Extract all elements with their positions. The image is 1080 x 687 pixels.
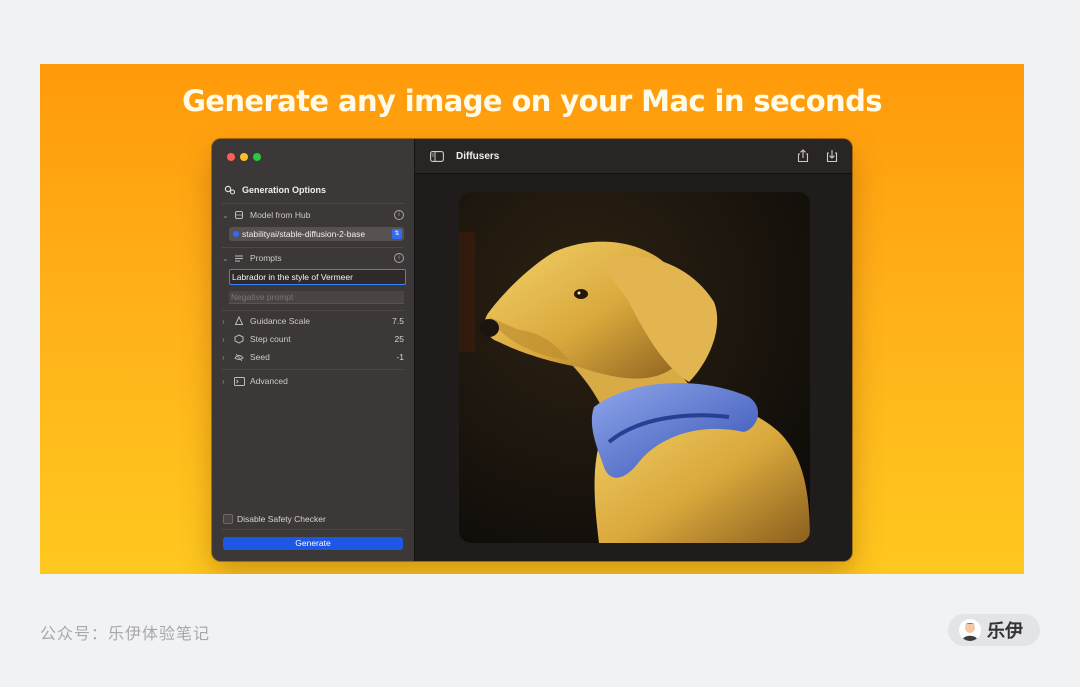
guidance-scale-value: 7.5 [392,316,404,326]
model-selected-value: stabilityai/stable-diffusion-2-base [242,229,366,239]
divider [222,203,404,204]
guidance-scale-label: Guidance Scale [250,316,311,326]
chevron-down-icon[interactable]: ⌄ [222,211,234,220]
info-icon[interactable]: i [394,210,404,220]
seed-row[interactable]: › Seed -1 [222,350,404,364]
model-row[interactable]: ⌄ Model from Hub i [222,208,404,222]
step-count-label: Step count [250,334,291,344]
box-icon [234,334,250,344]
cube-icon [234,210,250,220]
negative-prompt-input[interactable]: Negative prompt [229,291,404,304]
divider [222,310,404,311]
sidebar-toggle-icon[interactable] [430,151,444,162]
zoom-window-button[interactable] [253,153,261,161]
share-icon[interactable] [797,149,809,163]
advanced-label: Advanced [250,376,288,386]
gear-pair-icon [224,185,236,195]
sidebar: Generation Options ⌄ Model from Hub i st… [212,139,415,561]
step-count-value: 25 [394,334,404,344]
safety-checker-label: Disable Safety Checker [237,514,326,524]
model-label: Model from Hub [250,210,311,220]
prompt-input[interactable]: Labrador in the style of Vermeer [229,269,406,285]
info-icon[interactable]: i [394,253,404,263]
chevron-down-icon[interactable]: ⌄ [222,254,234,263]
chevron-right-icon[interactable]: › [222,377,234,386]
advanced-row[interactable]: › Advanced [222,374,404,388]
safety-checker-checkbox[interactable] [223,514,233,524]
author-name: 乐伊 [987,621,1023,642]
prompts-label: Prompts [250,253,282,263]
chevron-updown-icon[interactable]: ⇅ [392,229,402,239]
app-window: Generation Options ⌄ Model from Hub i st… [212,139,852,561]
list-icon [234,254,250,263]
seed-value: -1 [396,352,404,362]
window-title: Diffusers [456,151,500,162]
divider [222,529,404,530]
avatar [959,619,981,641]
bell-icon [234,316,250,326]
model-select[interactable]: stabilityai/stable-diffusion-2-base ⇅ [229,227,404,241]
generation-options-header: Generation Options [224,185,326,195]
divider [222,247,404,248]
section-title: Generation Options [242,185,327,195]
chevron-right-icon[interactable]: › [222,353,234,362]
seed-label: Seed [250,352,270,362]
terminal-icon [234,376,250,386]
download-icon[interactable] [826,149,838,163]
generated-image [459,192,810,543]
minimize-window-button[interactable] [240,153,248,161]
sprout-icon [234,352,250,362]
chevron-right-icon[interactable]: › [222,317,234,326]
step-count-row[interactable]: › Step count 25 [222,332,404,346]
model-color-dot [233,231,239,237]
generate-button[interactable]: Generate [223,537,403,550]
chevron-right-icon[interactable]: › [222,335,234,344]
watermark-text: 公众号：乐伊体验笔记 [40,624,211,643]
title-bar: Diffusers [415,139,852,174]
close-window-button[interactable] [227,153,235,161]
hero-banner: Generate any image on your Mac in second… [40,64,1024,574]
divider [222,369,404,370]
guidance-scale-row[interactable]: › Guidance Scale 7.5 [222,314,404,328]
banner-headline: Generate any image on your Mac in second… [182,84,882,118]
prompts-row[interactable]: ⌄ Prompts i [222,251,404,265]
safety-checker-option[interactable]: Disable Safety Checker [223,514,326,524]
main-content: Diffusers [415,139,852,561]
author-badge[interactable]: 乐伊 [948,614,1040,646]
